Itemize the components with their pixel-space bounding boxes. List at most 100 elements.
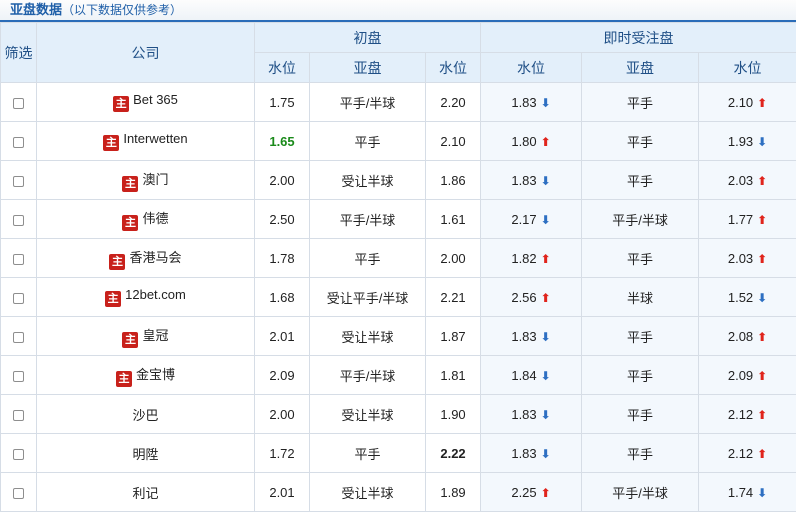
arrow-up-icon: ⬆ (757, 369, 767, 383)
live-handicap: 平手/半球 (582, 473, 699, 512)
live-home-water-value: 1.83 (511, 329, 536, 344)
initial-home-water-value: 2.01 (269, 329, 294, 344)
live-home-water-value: 2.25 (511, 485, 536, 500)
initial-home-water: 1.68 (255, 278, 310, 317)
live-home-water-value: 1.83 (511, 446, 536, 461)
live-away-water-value: 1.74 (728, 485, 753, 500)
live-away-water: 1.93⬇ (699, 122, 796, 161)
company-name[interactable]: 12bet.com (125, 287, 186, 302)
live-home-water-value: 1.83 (511, 407, 536, 422)
initial-home-water: 2.01 (255, 473, 310, 512)
filter-checkbox[interactable] (13, 410, 24, 421)
host-badge-icon: 主 (109, 254, 125, 270)
filter-cell (1, 278, 37, 317)
live-handicap: 平手 (582, 161, 699, 200)
initial-handicap-value: 平手/半球 (340, 213, 396, 228)
live-handicap: 平手 (582, 395, 699, 434)
initial-away-water-value: 1.90 (440, 407, 465, 422)
table-row: 利记2.01受让半球1.892.25⬆平手/半球1.74⬇ (1, 473, 796, 512)
live-home-water-value: 1.80 (511, 134, 536, 149)
initial-home-water: 2.09 (255, 356, 310, 395)
initial-away-water: 2.00 (426, 239, 481, 278)
filter-cell (1, 473, 37, 512)
live-away-water: 2.08 ⬆ (699, 317, 796, 356)
live-away-water-value: 2.12 (728, 446, 753, 461)
initial-handicap-value: 平手 (354, 447, 380, 462)
odds-table: 筛选 公司 初盘 即时受注盘 水位 亚盘 水位 水位 亚盘 水位 主Bet 36… (0, 22, 796, 512)
live-handicap-value: 平手 (627, 135, 653, 150)
filter-cell (1, 434, 37, 473)
live-handicap: 平手 (582, 356, 699, 395)
initial-away-water-value: 2.20 (440, 95, 465, 110)
filter-checkbox[interactable] (13, 176, 24, 187)
initial-away-water: 1.89 (426, 473, 481, 512)
filter-checkbox[interactable] (13, 137, 24, 148)
arrow-down-icon: ⬇ (541, 369, 551, 383)
initial-handicap: 受让半球 (310, 473, 426, 512)
live-away-water-value: 2.12 (728, 407, 753, 422)
company-name[interactable]: 明陞 (132, 447, 158, 462)
table-row: 主Interwetten1.65平手2.101.80⬆平手1.93⬇ (1, 122, 796, 161)
live-handicap: 平手 (582, 434, 699, 473)
header-live: 即时受注盘 (481, 23, 796, 53)
live-away-water-value: 2.08 (728, 329, 753, 344)
company-cell: 主Bet 365 (37, 83, 255, 122)
arrow-up-icon: ⬆ (757, 252, 767, 266)
company-name[interactable]: 金宝博 (136, 367, 175, 382)
live-handicap-value: 平手 (627, 252, 653, 267)
initial-away-water-value: 1.86 (440, 173, 465, 188)
filter-checkbox[interactable] (13, 293, 24, 304)
filter-checkbox[interactable] (13, 215, 24, 226)
company-name[interactable]: 伟德 (142, 211, 168, 226)
arrow-up-icon: ⬆ (541, 135, 551, 149)
live-home-water-value: 2.56 (511, 290, 536, 305)
header-initial-home-water: 水位 (255, 53, 310, 83)
company-cell: 主皇冠 (37, 317, 255, 356)
initial-away-water-value: 2.10 (440, 134, 465, 149)
header-live-away-water: 水位 (699, 53, 796, 83)
initial-away-water: 1.87 (426, 317, 481, 356)
filter-checkbox[interactable] (13, 488, 24, 499)
initial-home-water: 2.00 (255, 395, 310, 434)
company-cell: 主12bet.com (37, 278, 255, 317)
initial-home-water: 2.50 (255, 200, 310, 239)
company-name[interactable]: Interwetten (123, 131, 187, 146)
company-name[interactable]: 澳门 (142, 172, 168, 187)
initial-handicap-value: 受让半球 (341, 486, 393, 501)
filter-checkbox[interactable] (13, 254, 24, 265)
initial-handicap: 平手/半球 (310, 200, 426, 239)
live-home-water-value: 1.84 (511, 368, 536, 383)
initial-home-water-value: 1.72 (269, 446, 294, 461)
panel-note: （以下数据仅供参考） (62, 3, 182, 17)
initial-handicap: 受让半球 (310, 317, 426, 356)
arrow-down-icon: ⬇ (541, 408, 551, 422)
company-name[interactable]: 皇冠 (142, 328, 168, 343)
initial-home-water-value: 2.00 (269, 407, 294, 422)
live-home-water: 1.80 ⬆ (481, 122, 582, 161)
company-name[interactable]: 沙巴 (132, 408, 158, 423)
arrow-up-icon: ⬆ (757, 330, 767, 344)
company-name[interactable]: Bet 365 (133, 92, 178, 107)
company-name[interactable]: 香港马会 (129, 250, 181, 265)
initial-handicap-value: 受让半球 (341, 408, 393, 423)
initial-home-water: 1.75 (255, 83, 310, 122)
filter-cell (1, 356, 37, 395)
arrow-down-icon: ⬇ (541, 96, 551, 110)
company-cell: 主澳门 (37, 161, 255, 200)
company-name[interactable]: 利记 (132, 486, 158, 501)
live-away-water-value: 2.03 (728, 173, 753, 188)
filter-checkbox[interactable] (13, 98, 24, 109)
header-initial-away-water: 水位 (426, 53, 481, 83)
live-away-water-value: 1.77 (728, 212, 753, 227)
live-home-water-value: 1.83 (511, 95, 536, 110)
live-away-water: 2.03⬆ (699, 239, 796, 278)
filter-checkbox[interactable] (13, 449, 24, 460)
filter-checkbox[interactable] (13, 371, 24, 382)
arrow-up-icon: ⬆ (757, 213, 767, 227)
table-row: 主伟德2.50平手/半球1.612.17⬇平手/半球1.77⬆ (1, 200, 796, 239)
initial-home-water-value: 2.09 (269, 368, 294, 383)
company-cell: 明陞 (37, 434, 255, 473)
live-handicap: 平手 (582, 239, 699, 278)
live-home-water: 1.83 ⬇ (481, 83, 582, 122)
filter-checkbox[interactable] (13, 332, 24, 343)
